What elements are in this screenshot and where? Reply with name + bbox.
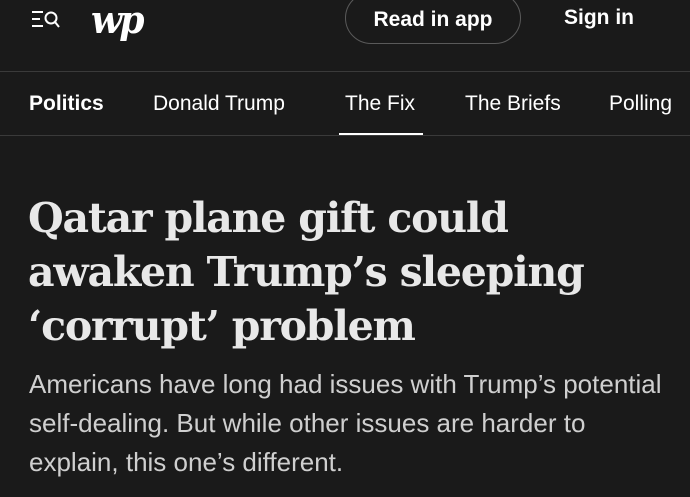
nav-item-the-briefs[interactable]: The Briefs bbox=[465, 92, 561, 116]
read-in-app-button[interactable]: Read in app bbox=[345, 0, 521, 44]
nav-item-polling[interactable]: Polling bbox=[609, 92, 672, 116]
active-tab-indicator bbox=[339, 133, 423, 135]
nav-item-politics[interactable]: Politics bbox=[29, 92, 104, 116]
washington-post-logo[interactable]: wp bbox=[91, 0, 144, 42]
nav-item-donald-trump[interactable]: Donald Trump bbox=[153, 92, 285, 116]
article-dek: Americans have long had issues with Trum… bbox=[29, 369, 662, 477]
section-nav: Politics Donald Trump The Fix The Briefs… bbox=[0, 72, 690, 136]
top-header: wp Read in app Sign in bbox=[0, 0, 690, 72]
article-headline: Qatar plane gift could awaken Trump’s sl… bbox=[28, 194, 585, 350]
nav-item-the-fix[interactable]: The Fix bbox=[345, 92, 415, 116]
sign-in-link[interactable]: Sign in bbox=[564, 6, 634, 30]
menu-search-icon[interactable] bbox=[31, 8, 61, 32]
